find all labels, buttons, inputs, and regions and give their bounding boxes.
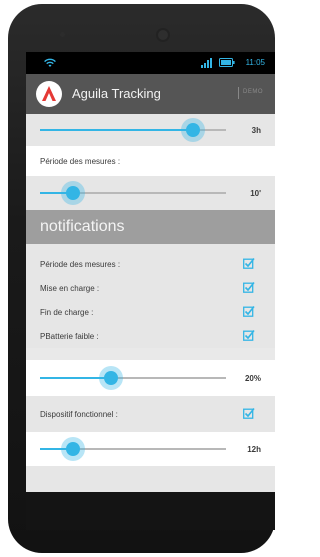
bottom-filler bbox=[26, 466, 275, 492]
slider-3-value: 20% bbox=[244, 374, 261, 383]
slider-row-4: 12h bbox=[26, 432, 275, 466]
aguila-logo-icon bbox=[37, 82, 61, 106]
period-row: Période des mesures : bbox=[26, 146, 275, 176]
proximity-sensor bbox=[60, 32, 65, 37]
notifications-header: notifications bbox=[26, 210, 275, 244]
slider-row-1: 3h bbox=[26, 114, 275, 146]
wifi-icon bbox=[44, 58, 56, 67]
slider-1-fill bbox=[40, 129, 193, 131]
app-bar: Aguila Tracking DEMO bbox=[26, 74, 275, 114]
app-title: Aguila Tracking bbox=[72, 86, 161, 101]
slider-2-value: 10' bbox=[250, 189, 261, 198]
slider-1-value: 3h bbox=[251, 126, 261, 135]
checkbox-checked-icon[interactable] bbox=[243, 257, 255, 269]
section-title: notifications bbox=[40, 218, 125, 235]
status-time: 11:05 bbox=[245, 58, 265, 67]
notif-item[interactable]: Fin de charge : bbox=[26, 300, 275, 324]
slider-1-thumb[interactable] bbox=[185, 123, 200, 137]
app-logo bbox=[36, 81, 62, 107]
notif-item-label: Fin de charge : bbox=[40, 308, 94, 317]
screen: 11:05 Aguila Tracking DEMO 3h Période de… bbox=[26, 52, 275, 492]
slider-3-fill bbox=[40, 377, 111, 379]
slider-3-thumb[interactable] bbox=[103, 371, 118, 385]
slider-2-thumb[interactable] bbox=[66, 186, 81, 200]
slider-3-track[interactable] bbox=[40, 377, 226, 379]
navigation-bar bbox=[26, 492, 275, 530]
notif-item[interactable]: Mise en charge : bbox=[26, 276, 275, 300]
notif-list: Période des mesures : Mise en charge : F… bbox=[26, 244, 275, 348]
checkbox-checked-icon[interactable] bbox=[243, 281, 255, 293]
checkbox-checked-icon[interactable] bbox=[243, 305, 255, 317]
slider-4-value: 12h bbox=[247, 445, 261, 454]
battery-icon bbox=[219, 58, 235, 67]
slider-row-2: 10' bbox=[26, 176, 275, 210]
slider-4-thumb[interactable] bbox=[66, 442, 81, 456]
notif-item-label: Période des mesures : bbox=[40, 260, 121, 269]
period-label: Période des mesures : bbox=[40, 157, 121, 166]
demo-label[interactable]: DEMO bbox=[243, 89, 263, 95]
notif-item-label: PBatterie faible : bbox=[40, 332, 99, 341]
signal-icon bbox=[201, 58, 212, 68]
slider-row-3: 20% bbox=[26, 360, 275, 396]
notif-item-label: Mise en charge : bbox=[40, 284, 100, 293]
notif-item[interactable]: Période des mesures : bbox=[26, 252, 275, 276]
device-label: Dispositif fonctionnel : bbox=[40, 410, 118, 419]
status-bar: 11:05 bbox=[26, 52, 275, 74]
notif-item[interactable]: PBatterie faible : bbox=[26, 324, 275, 348]
checkbox-checked-icon[interactable] bbox=[243, 407, 255, 419]
appbar-divider bbox=[238, 87, 239, 99]
front-camera bbox=[156, 28, 170, 42]
device-row[interactable]: Dispositif fonctionnel : bbox=[26, 396, 275, 432]
checkbox-checked-icon[interactable] bbox=[243, 329, 255, 341]
